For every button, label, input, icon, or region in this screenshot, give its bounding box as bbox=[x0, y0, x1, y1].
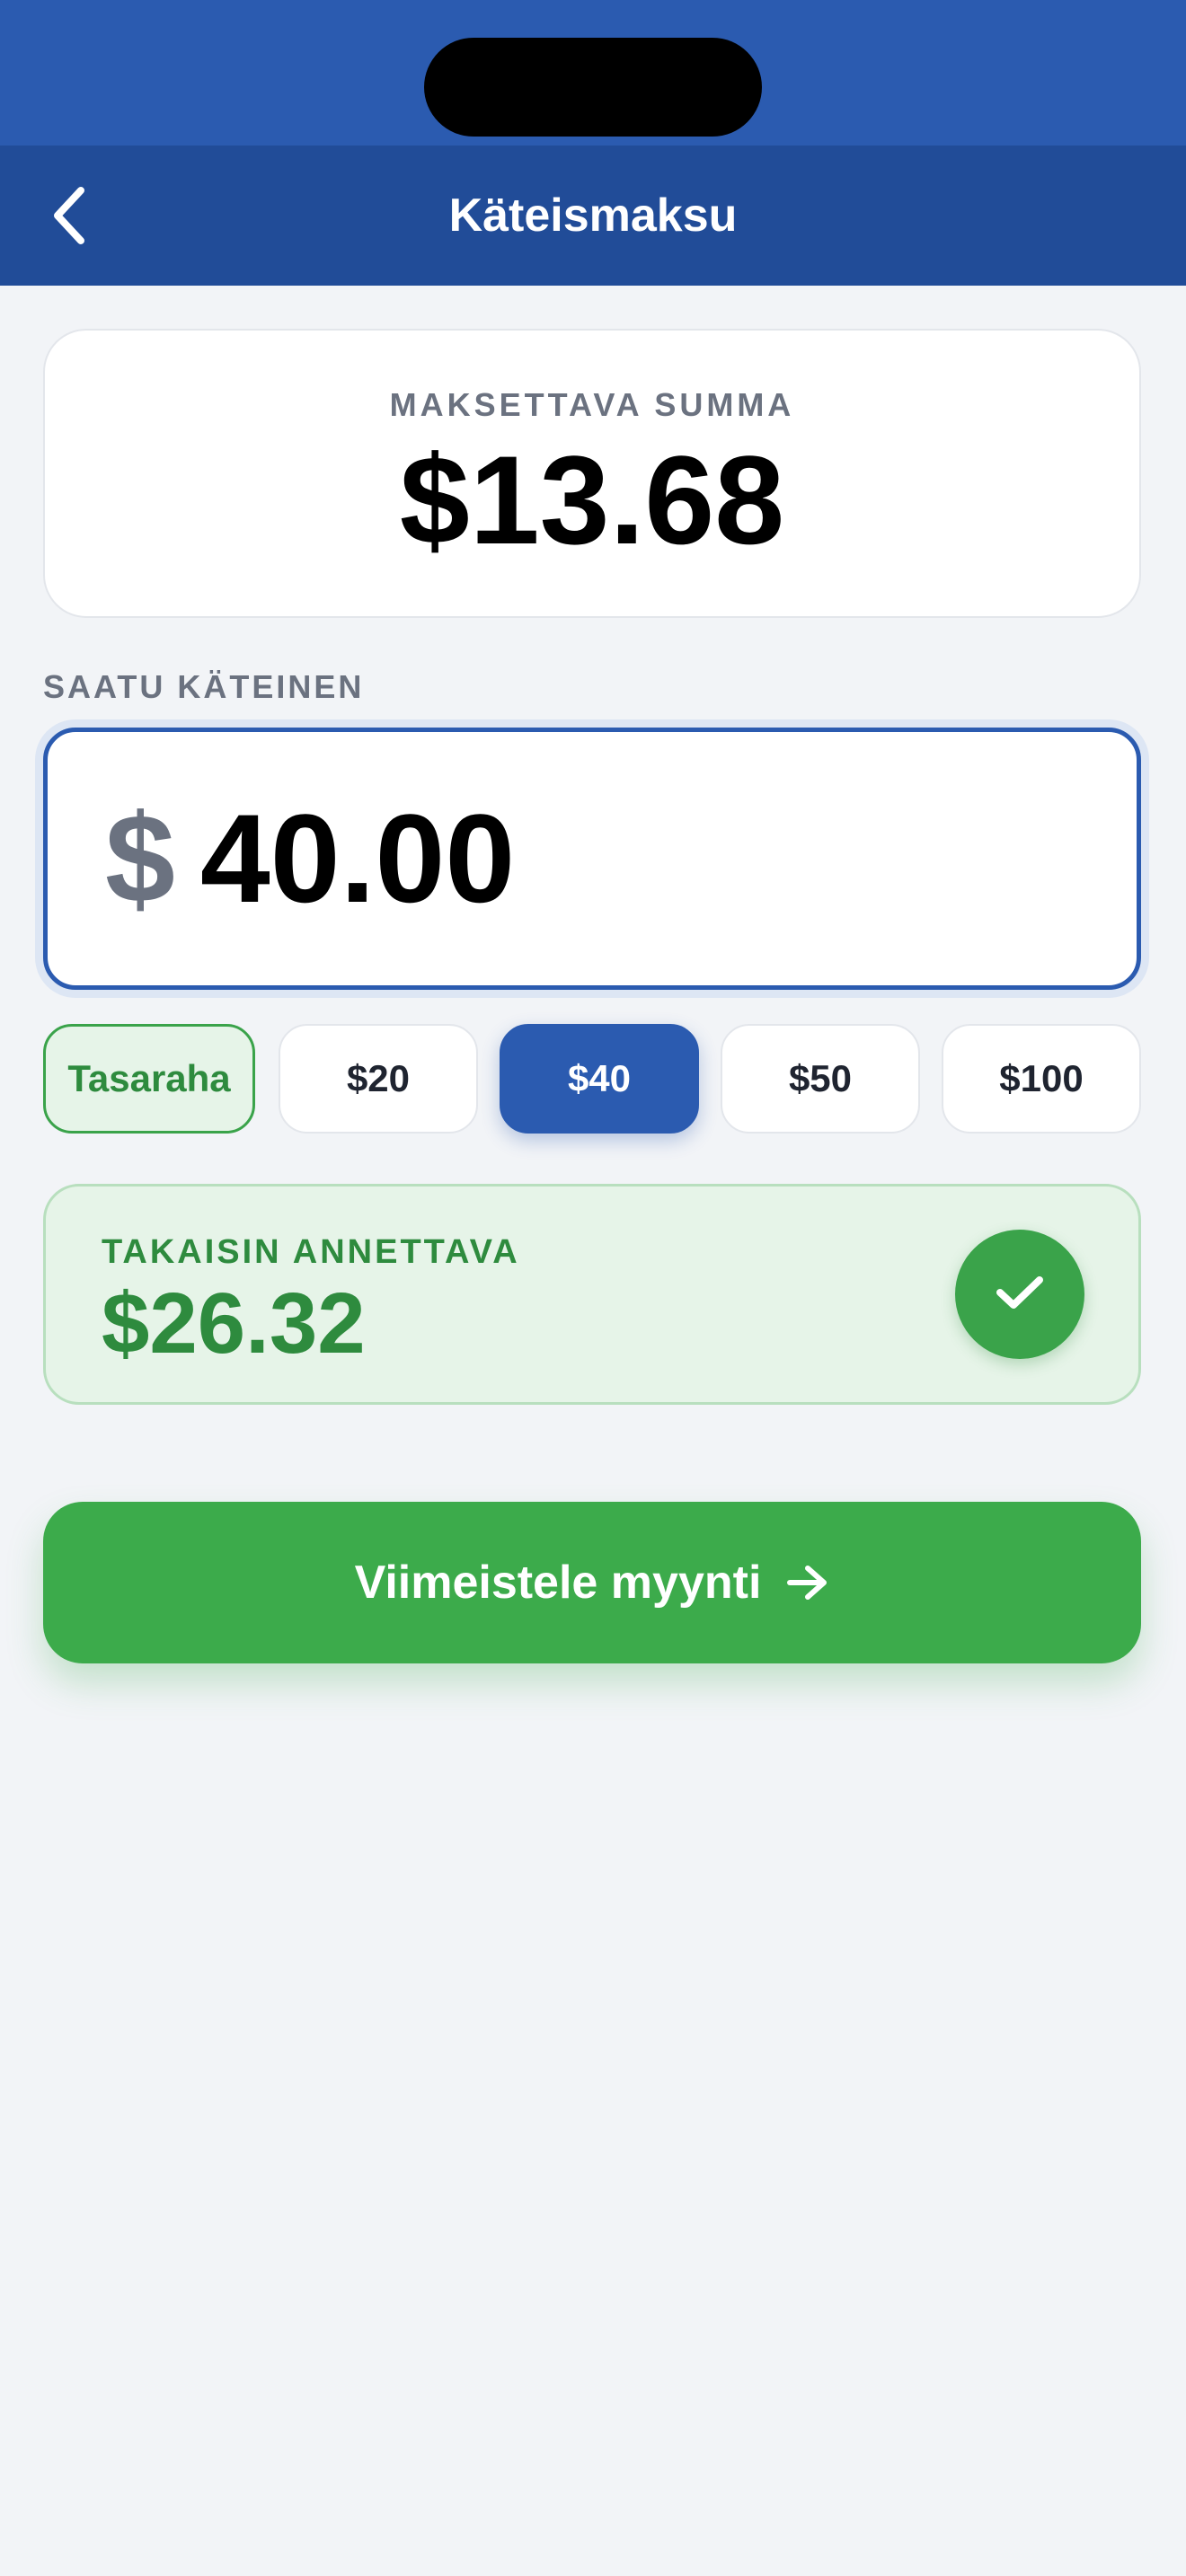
change-status-badge bbox=[955, 1230, 1084, 1359]
finish-sale-label: Viimeistele myynti bbox=[354, 1557, 762, 1609]
arrow-right-icon bbox=[786, 1563, 829, 1602]
dynamic-island bbox=[424, 38, 762, 137]
finish-sale-button[interactable]: Viimeistele myynti bbox=[43, 1502, 1141, 1663]
navigation-bar: Käteismaksu bbox=[0, 146, 1186, 286]
quick-amount-row: Tasaraha $20 $40 $50 $100 bbox=[43, 1024, 1141, 1134]
change-due-card: TAKAISIN ANNETTAVA $26.32 bbox=[43, 1184, 1141, 1405]
page-title: Käteismaksu bbox=[448, 190, 738, 242]
change-due-label: TAKAISIN ANNETTAVA bbox=[102, 1233, 520, 1271]
amount-due-card: MAKSETTAVA SUMMA $13.68 bbox=[43, 329, 1141, 618]
status-bar bbox=[0, 0, 1186, 146]
quick-amount-100-button[interactable]: $100 bbox=[942, 1024, 1141, 1134]
cash-received-value: 40.00 bbox=[199, 788, 516, 929]
currency-symbol: $ bbox=[105, 788, 175, 929]
quick-amount-50-button[interactable]: $50 bbox=[721, 1024, 920, 1134]
quick-amount-40-button[interactable]: $40 bbox=[500, 1024, 699, 1134]
quick-amount-20-button[interactable]: $20 bbox=[279, 1024, 478, 1134]
amount-due-label: MAKSETTAVA SUMMA bbox=[389, 386, 795, 423]
quick-amount-exact-button[interactable]: Tasaraha bbox=[43, 1024, 255, 1134]
cash-received-input[interactable]: $ 40.00 bbox=[43, 728, 1141, 990]
cash-received-label: SAATU KÄTEINEN bbox=[43, 668, 365, 705]
check-icon bbox=[993, 1271, 1047, 1319]
change-due-value: $26.32 bbox=[102, 1275, 366, 1372]
amount-due-value: $13.68 bbox=[399, 429, 785, 570]
